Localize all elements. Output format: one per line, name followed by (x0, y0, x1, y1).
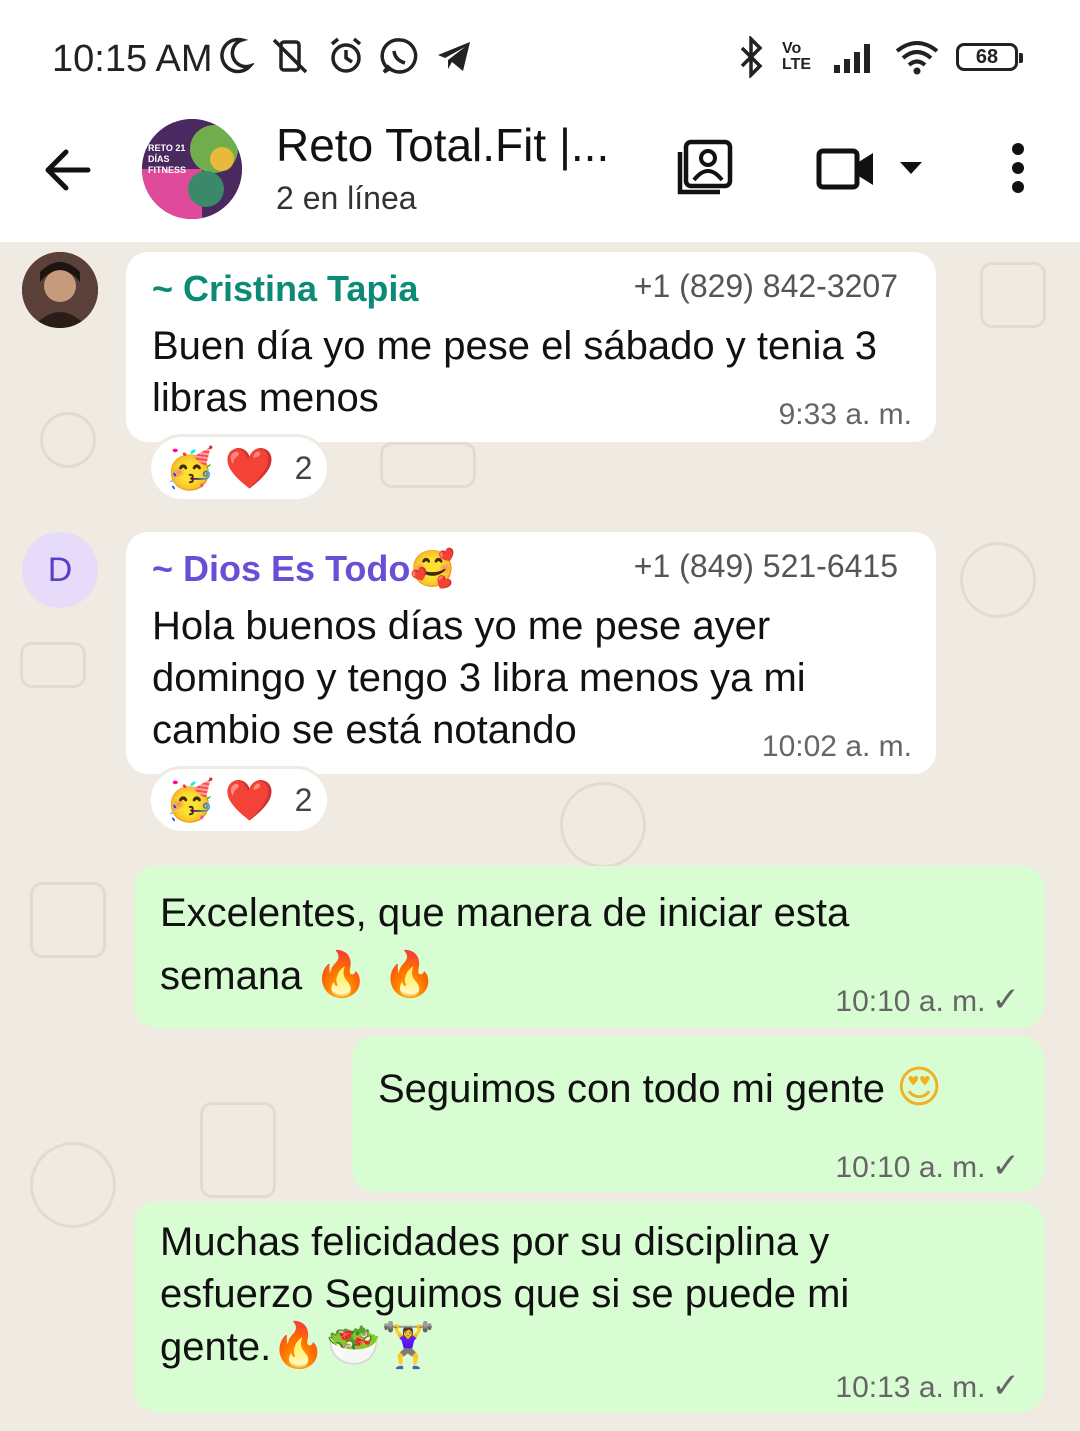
message-text-line: semana (160, 954, 303, 998)
message-time: 10:02 a. m. (761, 730, 912, 763)
chevron-down-icon[interactable] (898, 160, 924, 176)
sent-check-icon: ✓ (991, 981, 1021, 1019)
message-text-line: Excelentes, que manera de iniciar esta (160, 891, 850, 935)
fire-salad-weightlifter-emoji: 🔥🥗🏋️‍♀️ (271, 1320, 436, 1371)
chat-subtitle: 2 en línea (276, 180, 417, 216)
more-options-icon[interactable] (1008, 142, 1028, 194)
volte-label: Vo LTE (782, 40, 812, 73)
heart-eyes-emoji: 😍 (896, 1062, 942, 1113)
status-system-icons: Vo LTE 68 (738, 36, 1023, 78)
sender-avatar[interactable]: D (22, 532, 98, 608)
message-bubble-outgoing[interactable]: Muchas felicidades por su disciplina y e… (134, 1202, 1044, 1412)
sender-phone: +1 (849) 521-6415 (633, 548, 898, 584)
message-text-line: esfuerzo Seguimos que si se puede mi (160, 1272, 850, 1316)
sender-phone: +1 (829) 842-3207 (633, 268, 898, 304)
party-face-emoji: 🥳 (165, 445, 215, 492)
message-text-line: gente. (160, 1325, 272, 1369)
status-bar: 10:15 AM Vo LTE 68 (0, 0, 1080, 112)
alarm-icon (330, 37, 362, 73)
signal-icon (834, 44, 870, 73)
message-time-text: 10:10 a. m. (835, 985, 986, 1018)
message-bubble-outgoing[interactable]: Seguimos con todo mi gente 😍 10:10 a. m.… (352, 1036, 1044, 1192)
message-time: 9:33 a. m. (778, 398, 912, 431)
wifi-icon (895, 41, 939, 75)
sent-check-icon: ✓ (991, 1147, 1021, 1185)
message-text: Seguimos con todo mi gente 😍 (378, 1062, 942, 1115)
message-time: 10:13 a. m. ✓ (835, 1366, 1020, 1406)
reaction-count: 2 (294, 781, 313, 818)
message-text-line: Seguimos con todo mi gente (378, 1067, 885, 1111)
red-heart-emoji: ❤️ (224, 445, 275, 492)
contact-card-icon[interactable] (676, 138, 734, 196)
sender-name-text: ~ Dios Es Todo (152, 548, 411, 589)
message-bubble-incoming[interactable]: ~ Cristina Tapia +1 (829) 842-3207 Buen … (126, 252, 936, 442)
sender-name[interactable]: ~ Dios Es Todo🥰 (152, 548, 455, 590)
message-time-text: 10:13 a. m. (835, 1371, 986, 1404)
battery-level: 68 (975, 45, 999, 68)
reactions-pill[interactable]: 🥳 ❤️ 2 (148, 766, 330, 834)
group-avatar[interactable]: RETO 21 DÍAS FITNESS (142, 119, 242, 219)
back-arrow-icon[interactable] (40, 142, 96, 198)
reactions-pill[interactable]: 🥳 ❤️ 2 (148, 434, 330, 502)
sent-check-icon: ✓ (991, 1367, 1021, 1405)
telegram-icon (438, 42, 470, 71)
battery-icon: 68 (956, 43, 1023, 71)
group-avatar-text: RETO 21 DÍAS FITNESS (148, 143, 187, 175)
chat-title[interactable]: Reto Total.Fit |... (276, 118, 609, 172)
sender-name[interactable]: ~ Cristina Tapia (152, 268, 418, 310)
message-time: 10:10 a. m. ✓ (835, 1146, 1020, 1186)
smiling-hearts-emoji: 🥰 (410, 549, 456, 590)
status-notification-icons (218, 36, 474, 76)
moon-icon (220, 37, 254, 74)
message-time: 10:10 a. m. ✓ (835, 980, 1020, 1020)
message-text: Muchas felicidades por su disciplina y e… (160, 1216, 1020, 1373)
status-time: 10:15 AM (52, 38, 213, 80)
vibrate-off-icon (272, 38, 308, 74)
party-face-emoji: 🥳 (165, 777, 215, 824)
message-time-text: 10:10 a. m. (835, 1151, 986, 1184)
video-call-icon[interactable] (816, 146, 876, 192)
message-text-line: Muchas felicidades por su disciplina y (160, 1220, 830, 1264)
message-bubble-outgoing[interactable]: Excelentes, que manera de iniciar esta s… (134, 866, 1044, 1028)
fire-emoji: 🔥 🔥 (313, 949, 437, 1000)
message-bubble-incoming[interactable]: ~ Dios Es Todo🥰 +1 (849) 521-6415 Hola b… (126, 532, 936, 774)
sender-avatar[interactable] (22, 252, 98, 328)
bluetooth-icon (740, 36, 763, 78)
red-heart-emoji: ❤️ (224, 777, 275, 824)
chat-header: RETO 21 DÍAS FITNESS Reto Total.Fit |...… (0, 112, 1080, 242)
avatar-letter: D (47, 550, 73, 589)
whatsapp-icon (380, 38, 418, 74)
reaction-count: 2 (294, 449, 313, 486)
